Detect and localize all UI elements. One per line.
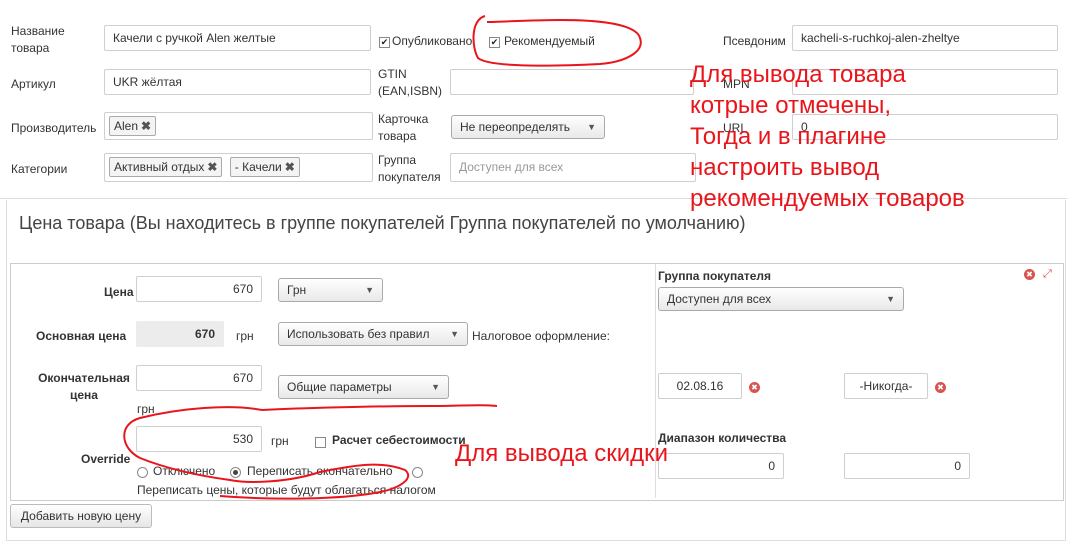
alias-label: Псевдоним	[723, 34, 786, 48]
featured-note-line: котрые отмечены,	[690, 92, 892, 119]
featured-note-line: Тогда и в плагине	[690, 123, 887, 150]
radio-override-off-label: Отключено	[153, 464, 216, 478]
shopper-group-label-line2: покупателя	[378, 170, 441, 184]
radio-override-taxed-label: Переписать цены, которые будут облагатьс…	[137, 483, 436, 497]
quantity-from-input[interactable]: 0	[658, 453, 784, 479]
gtin-label-line2: (EAN,ISBN)	[378, 84, 443, 98]
final-price-input[interactable]: 670	[136, 365, 262, 391]
remove-tag-icon[interactable]: ✖	[207, 160, 217, 174]
shopper-group-label: Группа покупателя	[378, 152, 441, 186]
card-label-line1: Карточка	[378, 112, 429, 126]
alias-input[interactable]: kacheli-s-ruchkoj-alen-zheltye	[792, 25, 1058, 51]
general-params-select[interactable]: Общие параметры ▼	[278, 375, 449, 399]
base-price-currency: грн	[236, 329, 254, 343]
remove-tag-icon[interactable]: ✖	[141, 119, 151, 133]
currency-select-value: Грн	[287, 283, 307, 297]
card-label-line2: товара	[378, 129, 417, 143]
override-currency: грн	[271, 434, 289, 448]
currency-select[interactable]: Грн ▼	[278, 278, 383, 302]
remove-price-icon[interactable]: ✖	[1024, 269, 1035, 280]
card-template-select[interactable]: Не переопределять ▼	[451, 115, 605, 139]
discount-note: Для вывода скидки	[455, 440, 669, 467]
radio-override-off[interactable]	[137, 467, 148, 478]
price-rules-select[interactable]: Использовать без правил ▼	[278, 322, 468, 346]
categories-multiselect[interactable]: Активный отдых ✖ - Качели ✖	[104, 153, 373, 182]
tax-label: Налоговое оформление:	[472, 329, 611, 343]
remove-tag-icon[interactable]: ✖	[285, 160, 295, 174]
override-label: Override	[81, 452, 131, 466]
radio-override-final-label: Переписать окончательно	[247, 464, 393, 478]
product-name-label-text: Название товара	[11, 24, 65, 55]
categories-label: Категории	[11, 162, 68, 176]
published-label: Опубликовано	[392, 34, 473, 48]
base-price-label: Основная цена	[36, 329, 127, 343]
clear-date-to-icon[interactable]: ✖	[935, 382, 946, 393]
quantity-to-input[interactable]: 0	[844, 453, 970, 479]
shopper-group-label-line1: Группа	[378, 153, 417, 167]
sku-label: Артикул	[11, 77, 56, 91]
clear-date-from-icon[interactable]: ✖	[749, 382, 760, 393]
price-input[interactable]: 670	[136, 276, 262, 302]
gtin-input[interactable]	[450, 69, 694, 95]
card-label: Карточка товара	[378, 111, 428, 145]
featured-checkbox[interactable]: ✔	[489, 37, 500, 48]
price-shopper-group-select-value: Доступен для всех	[667, 292, 772, 306]
price-label: Цена	[104, 285, 134, 299]
featured-note-line: настроить вывод	[690, 154, 880, 181]
radio-override-final[interactable]	[230, 467, 241, 478]
date-from-input[interactable]: 02.08.16	[658, 373, 742, 399]
expand-icon[interactable]: ⤢	[1043, 268, 1052, 280]
override-input[interactable]: 530	[136, 426, 262, 452]
chevron-down-icon: ▼	[431, 382, 440, 392]
card-template-select-value: Не переопределять	[460, 120, 570, 134]
product-name-input[interactable]: Качели с ручкой Alen желтые	[104, 25, 371, 51]
gtin-label: GTIN (EAN,ISBN)	[378, 66, 442, 100]
featured-note: Для вывода товара котрые отмечены, Тогда…	[690, 59, 965, 214]
featured-label: Рекомендуемый	[504, 34, 595, 48]
product-name-label: Название товара	[11, 23, 91, 57]
gtin-label-line1: GTIN	[378, 67, 407, 81]
final-price-label: Окончательная цена	[34, 370, 134, 404]
cost-calc-checkbox[interactable]	[315, 437, 326, 448]
manufacturer-multiselect[interactable]: Alen ✖	[104, 112, 373, 140]
category-tag: - Качели ✖	[229, 157, 300, 177]
general-params-select-value: Общие параметры	[287, 380, 392, 394]
shopper-group-input[interactable]: Доступен для всех	[450, 153, 696, 182]
shopper-group-title: Группа покупателя	[658, 269, 772, 283]
category-tag-label: - Качели	[234, 160, 282, 174]
manufacturer-tag: Alen ✖	[109, 116, 157, 136]
price-shopper-group-select[interactable]: Доступен для всех ▼	[658, 287, 904, 311]
chevron-down-icon: ▼	[450, 329, 459, 339]
price-section-title: Цена товара (Вы находитесь в группе поку…	[19, 213, 746, 233]
date-to-input[interactable]: -Никогда-	[844, 373, 928, 399]
add-price-button[interactable]: Добавить новую цену	[10, 504, 152, 528]
featured-note-line: рекомендуемых товаров	[690, 185, 965, 212]
manufacturer-label: Производитель	[11, 121, 97, 135]
final-price-label-line2: цена	[70, 388, 98, 402]
chevron-down-icon: ▼	[886, 294, 895, 304]
featured-note-line: Для вывода товара	[690, 61, 906, 88]
manufacturer-tag-label: Alen	[114, 119, 139, 133]
chevron-down-icon: ▼	[587, 122, 596, 132]
radio-override-taxed[interactable]	[412, 467, 423, 478]
final-price-label-line1: Окончательная	[38, 371, 130, 385]
quantity-range-title: Диапазон количества	[658, 431, 787, 445]
sku-input[interactable]: UKR жёлтая	[104, 69, 371, 95]
final-price-currency: грн	[137, 402, 155, 416]
category-tag-label: Активный отдых	[114, 160, 205, 174]
published-checkbox[interactable]: ✔	[379, 37, 390, 48]
price-rules-select-value: Использовать без правил	[287, 327, 430, 341]
category-tag: Активный отдых ✖	[109, 157, 223, 177]
base-price-value: 670	[136, 321, 224, 347]
chevron-down-icon: ▼	[365, 285, 374, 295]
cost-calc-label: Расчет себестоимости	[332, 433, 466, 447]
